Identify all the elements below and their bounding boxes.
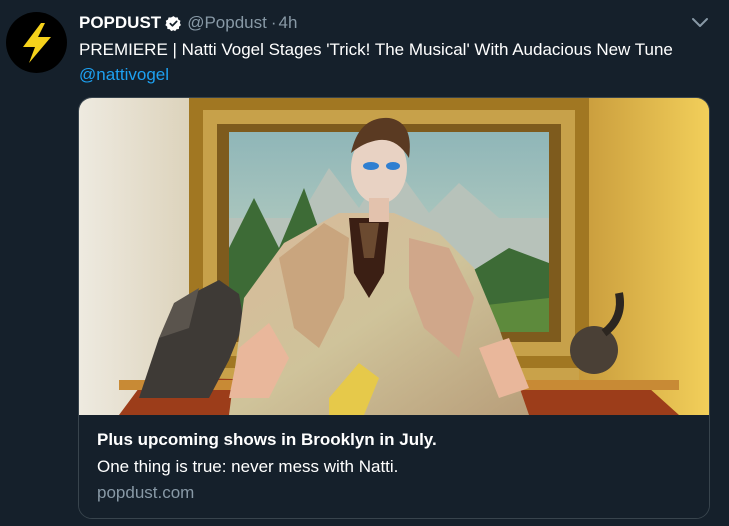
verified-badge-icon [165, 15, 182, 32]
author-name[interactable]: POPDUST [79, 13, 161, 33]
tweet[interactable]: POPDUST @Popdust · 4h PREMIERE | Natti V… [0, 0, 729, 526]
chevron-down-icon[interactable] [690, 15, 710, 31]
card-body[interactable]: Plus upcoming shows in Brooklyn in July.… [79, 415, 709, 518]
timestamp[interactable]: 4h [279, 13, 298, 33]
tweet-header: POPDUST @Popdust · 4h [79, 12, 297, 34]
avatar[interactable] [6, 12, 67, 73]
card-photo[interactable] [79, 98, 709, 415]
card-title: Plus upcoming shows in Brooklyn in July. [97, 430, 437, 449]
link-card[interactable]: Plus upcoming shows in Brooklyn in July.… [78, 97, 710, 519]
separator-dot: · [270, 13, 277, 32]
author-handle[interactable]: @Popdust [187, 13, 267, 33]
card-description: One thing is true: never mess with Natti… [97, 457, 399, 476]
lightning-bolt-icon [22, 22, 51, 63]
tweet-text: PREMIERE | Natti Vogel Stages 'Trick! Th… [79, 40, 673, 59]
card-domain[interactable]: popdust.com [97, 483, 194, 503]
mention-link[interactable]: @nattivogel [79, 63, 169, 87]
